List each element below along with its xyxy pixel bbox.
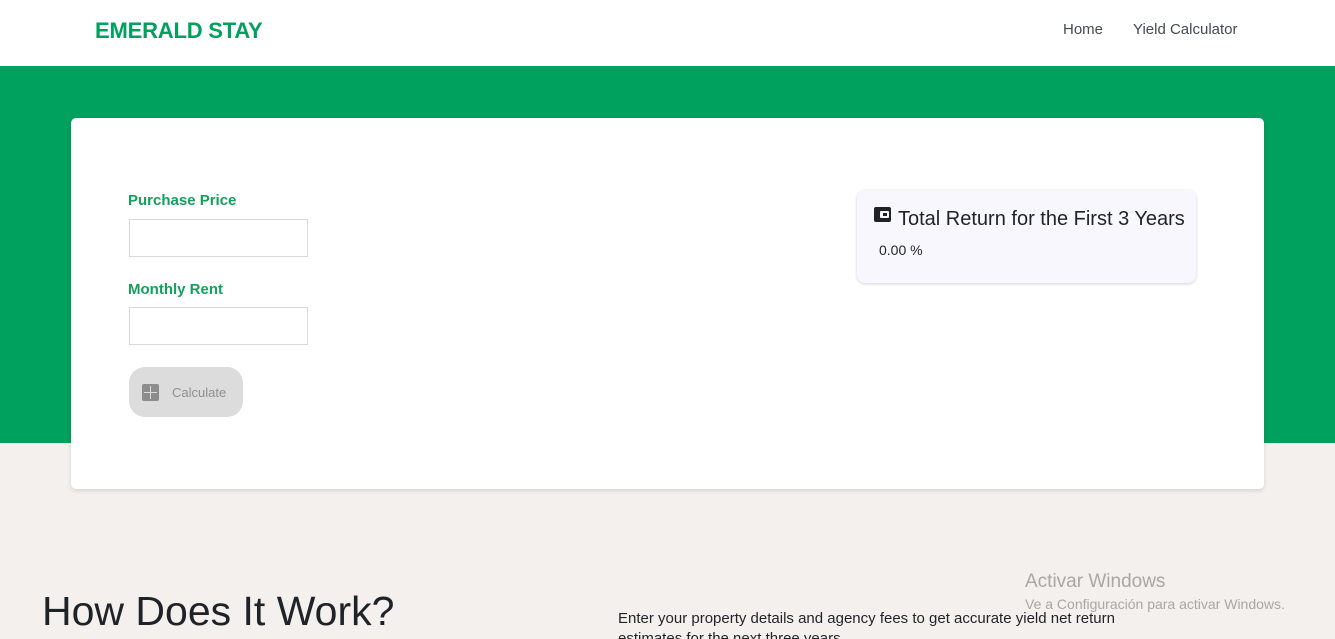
monthly-rent-label: Monthly Rent [128, 281, 223, 298]
calculator-card: Purchase Price Monthly Rent Calculate To… [71, 118, 1264, 489]
nav-link-yield-calculator[interactable]: Yield Calculator [1133, 21, 1238, 38]
wallet-icon [874, 207, 891, 222]
top-navbar: EMERALD STAY Home Yield Calculator [0, 0, 1335, 66]
how-it-works-text: Enter your property details and agency f… [618, 610, 1115, 639]
windows-activation-subtitle: Ve a Configuración para activar Windows. [1025, 596, 1285, 612]
result-title: Total Return for the First 3 Years [898, 208, 1185, 230]
result-value: 0.00 % [879, 242, 923, 258]
brand-logo[interactable]: EMERALD STAY [95, 18, 263, 44]
nav-link-home[interactable]: Home [1063, 21, 1103, 38]
calculate-button[interactable]: Calculate [129, 367, 243, 417]
result-card: Total Return for the First 3 Years 0.00 … [857, 190, 1196, 283]
how-it-works-heading: How Does It Work? [42, 588, 395, 634]
purchase-price-label: Purchase Price [128, 192, 237, 209]
calculator-icon [142, 383, 159, 401]
purchase-price-input[interactable] [129, 219, 308, 257]
calculate-button-label: Calculate [172, 384, 227, 400]
windows-activation-title: Activar Windows [1025, 571, 1166, 592]
monthly-rent-input[interactable] [129, 307, 308, 345]
